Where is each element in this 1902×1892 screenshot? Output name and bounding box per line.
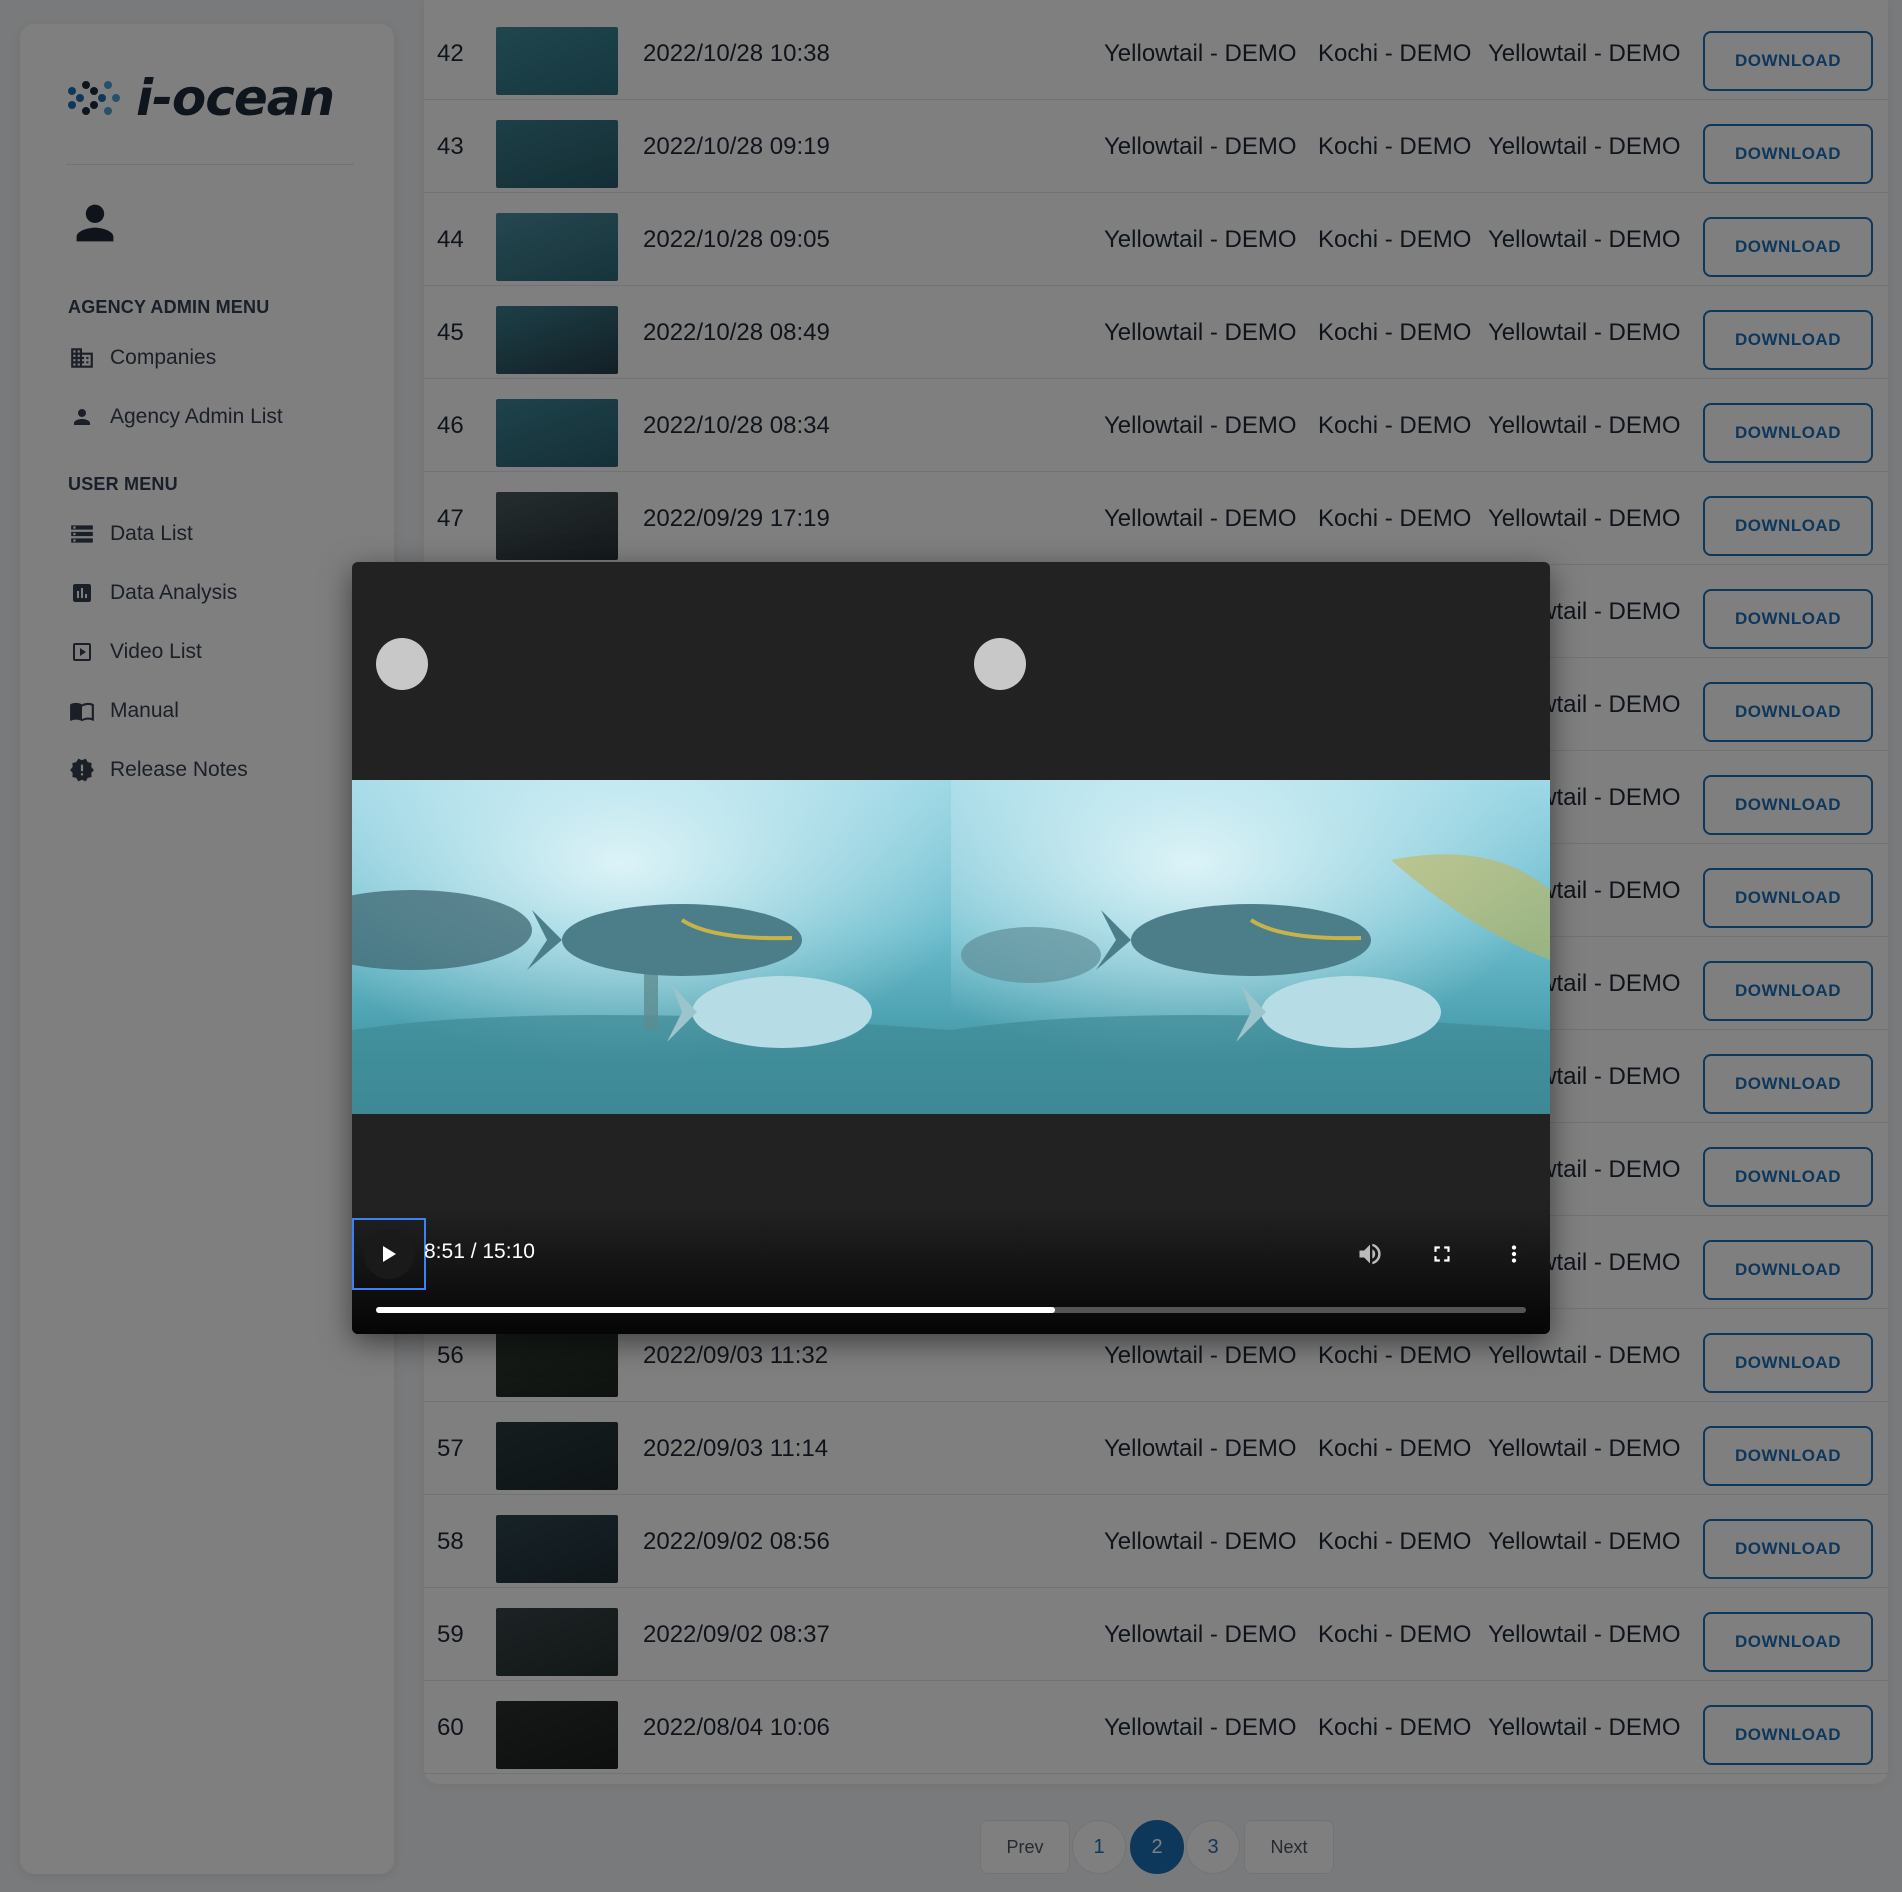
play-button[interactable] bbox=[352, 1218, 426, 1290]
video-controls-bar: 8:51 / 15:10 bbox=[352, 1204, 1550, 1334]
video-progress-fill bbox=[376, 1307, 1055, 1313]
right-camera-view bbox=[951, 780, 1550, 1114]
fullscreen-icon[interactable] bbox=[1426, 1238, 1458, 1270]
video-player-modal: 8:51 / 15:10 bbox=[352, 562, 1550, 1334]
play-icon bbox=[364, 1229, 414, 1279]
left-camera-indicator bbox=[376, 638, 428, 690]
volume-icon[interactable] bbox=[1354, 1238, 1386, 1270]
left-camera-view bbox=[352, 780, 951, 1114]
right-camera-indicator bbox=[974, 638, 1026, 690]
video-frame[interactable] bbox=[352, 780, 1550, 1114]
more-vert-icon[interactable] bbox=[1498, 1238, 1530, 1270]
video-progress-bar[interactable] bbox=[376, 1307, 1526, 1313]
video-time-display: 8:51 / 15:10 bbox=[424, 1240, 535, 1263]
